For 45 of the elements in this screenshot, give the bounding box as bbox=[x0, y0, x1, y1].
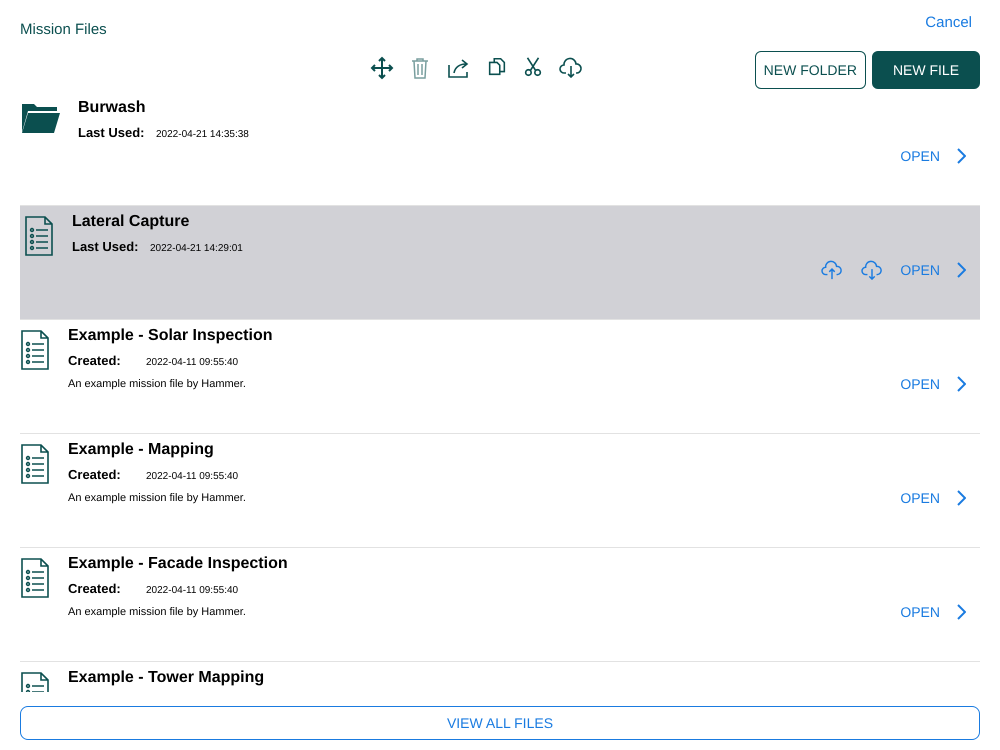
page-title: Mission Files bbox=[20, 21, 107, 38]
chevron-right-icon[interactable] bbox=[956, 148, 966, 164]
date-label: Last Used: bbox=[78, 125, 146, 140]
date-value: 2022-04-21 14:35:38 bbox=[156, 129, 249, 140]
chevron-right-icon[interactable] bbox=[956, 604, 966, 620]
file-row[interactable]: Example - Facade Inspection Created: 2022-04-11 09:55:40 An example mission file by Hammer. OPEN bbox=[20, 548, 980, 662]
date-label: Created: bbox=[68, 353, 122, 368]
date-label: Created: bbox=[68, 467, 122, 482]
date-label: Last Used: bbox=[72, 239, 140, 254]
open-link[interactable]: OPEN bbox=[900, 148, 940, 164]
file-description: An example mission file by Hammer. bbox=[68, 378, 247, 390]
file-name: Example - Solar Inspection bbox=[68, 326, 274, 345]
file-name: Example - Mapping bbox=[68, 440, 215, 459]
new-folder-button[interactable]: NEW FOLDER bbox=[754, 51, 866, 89]
chevron-right-icon[interactable] bbox=[956, 376, 966, 392]
open-link[interactable]: OPEN bbox=[900, 490, 940, 506]
new-file-button[interactable]: NEW FILE bbox=[872, 51, 980, 89]
file-name: Example - Tower Mapping bbox=[68, 668, 266, 687]
file-description: An example mission file by Hammer. bbox=[68, 492, 247, 504]
date-value: 2022-04-11 09:55:40 bbox=[146, 471, 238, 482]
cloud-download-icon[interactable] bbox=[558, 56, 584, 80]
file-description: An example mission file by Hammer. bbox=[68, 606, 247, 618]
open-link[interactable]: OPEN bbox=[900, 376, 940, 392]
selected-row[interactable]: Lateral Capture Last Used: 2022-04-21 14:29:01 OPEN bbox=[20, 206, 980, 320]
chevron-right-icon[interactable] bbox=[956, 262, 966, 278]
document-list-icon bbox=[24, 216, 54, 256]
file-row[interactable]: Example - Mapping Created: 2022-04-11 09:55:40 An example mission file by Hammer. OPEN bbox=[20, 434, 980, 548]
view-all-files-button[interactable]: VIEW ALL FILES bbox=[20, 706, 980, 740]
document-list-icon bbox=[20, 558, 50, 598]
date-label: Created: bbox=[68, 581, 122, 596]
move-icon[interactable] bbox=[370, 56, 394, 80]
date-value: 2022-04-11 09:55:40 bbox=[146, 357, 238, 368]
cloud-upload-icon[interactable] bbox=[820, 260, 844, 280]
file-name: Burwash bbox=[78, 98, 147, 117]
chevron-right-icon[interactable] bbox=[956, 490, 966, 506]
file-row[interactable]: Example - Solar Inspection Created: 2022-04-11 09:55:40 An example mission file by Hammer. OPEN bbox=[20, 320, 980, 434]
cancel-link[interactable]: Cancel bbox=[925, 14, 972, 31]
document-list-icon bbox=[20, 444, 50, 484]
date-value: 2022-04-11 09:55:40 bbox=[146, 585, 238, 596]
file-name: Example - Facade Inspection bbox=[68, 554, 289, 573]
folder-icon bbox=[20, 102, 60, 134]
file-name: Lateral Capture bbox=[72, 212, 190, 231]
date-value: 2022-04-21 14:29:01 bbox=[150, 243, 243, 254]
open-link[interactable]: OPEN bbox=[900, 604, 940, 620]
document-list-icon bbox=[20, 330, 50, 370]
